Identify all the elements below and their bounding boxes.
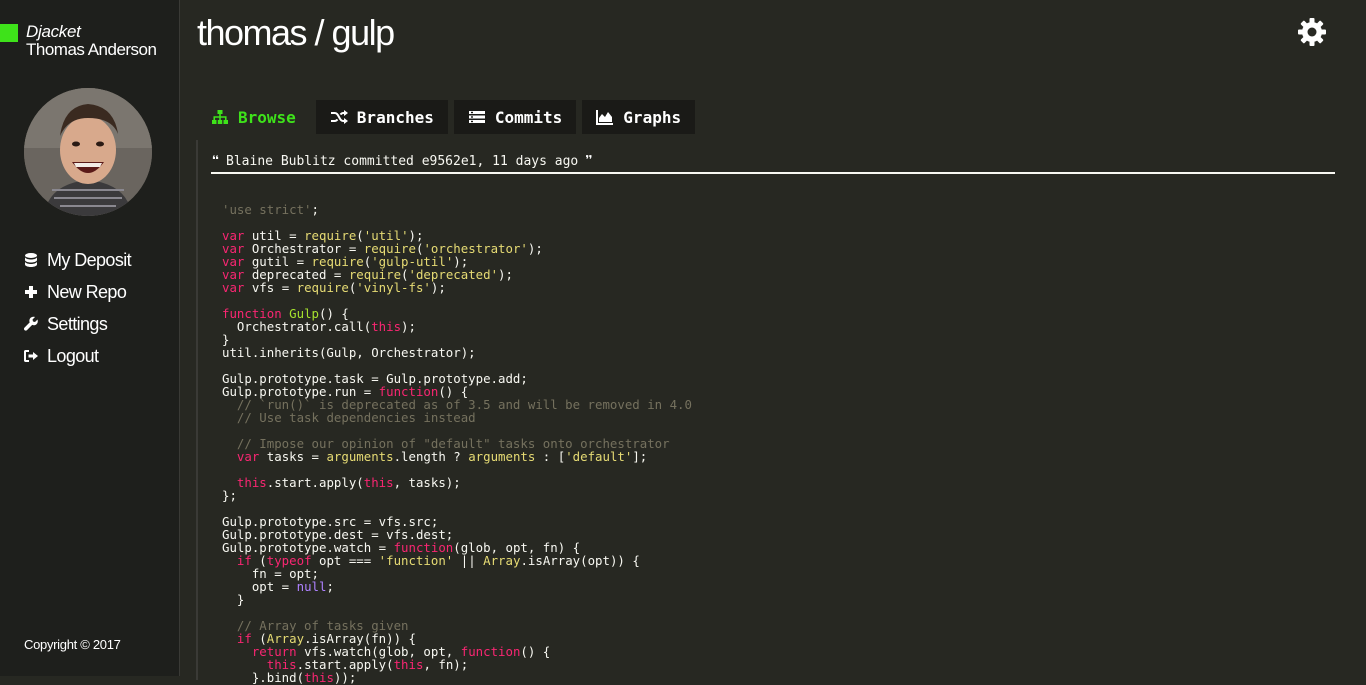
code-view[interactable]: 'use strict'; var util = require('util')… xyxy=(222,203,692,684)
gear-icon[interactable] xyxy=(1297,17,1327,47)
commit-text[interactable]: Blaine Bublitz committed e9562e1, 11 day… xyxy=(226,154,578,169)
sitemap-icon xyxy=(211,109,229,125)
avatar[interactable] xyxy=(24,88,152,216)
nav-label: My Deposit xyxy=(47,249,132,270)
repo-tabs: Browse Branches Commits Graphs xyxy=(197,100,696,134)
logout-icon xyxy=(23,348,39,364)
copyright: Copyright © 2017 xyxy=(24,637,121,652)
quote-right-icon: ❞ xyxy=(584,152,594,170)
nav-label: Settings xyxy=(47,313,108,334)
shuffle-icon xyxy=(330,109,348,125)
page-title: thomas / gulp xyxy=(197,12,395,53)
quote-left-icon: ❝ xyxy=(211,152,221,170)
nav-my-deposit[interactable]: My Deposit xyxy=(23,244,132,276)
nav-label: Logout xyxy=(47,345,99,366)
tab-label: Browse xyxy=(238,107,296,127)
tab-browse[interactable]: Browse xyxy=(197,100,310,134)
code-panel-border xyxy=(196,140,198,680)
tab-commits[interactable]: Commits xyxy=(453,100,577,134)
area-chart-icon xyxy=(596,109,614,125)
brand-name[interactable]: Djacket xyxy=(26,22,81,42)
list-icon xyxy=(468,109,486,125)
sidebar: Djacket Thomas Anderson My Deposit New R… xyxy=(0,0,180,676)
tab-label: Graphs xyxy=(623,107,682,127)
nav-label: New Repo xyxy=(47,281,127,302)
brand-mark xyxy=(0,24,18,42)
nav-settings[interactable]: Settings xyxy=(23,308,131,340)
commit-info: ❝ Blaine Bublitz committed e9562e1, 11 d… xyxy=(211,150,1335,174)
tab-branches[interactable]: Branches xyxy=(315,100,448,134)
sidebar-nav: My Deposit New Repo Settings Logout xyxy=(23,244,132,372)
user-name[interactable]: Thomas Anderson xyxy=(26,40,157,60)
avatar-image xyxy=(24,88,152,216)
tab-graphs[interactable]: Graphs xyxy=(582,100,696,134)
wrench-icon xyxy=(23,316,39,332)
tab-label: Branches xyxy=(356,107,434,127)
database-icon xyxy=(23,252,39,268)
nav-logout[interactable]: Logout xyxy=(23,340,131,372)
plus-icon xyxy=(23,284,39,300)
tab-label: Commits xyxy=(494,107,563,127)
nav-new-repo[interactable]: New Repo xyxy=(23,276,131,308)
